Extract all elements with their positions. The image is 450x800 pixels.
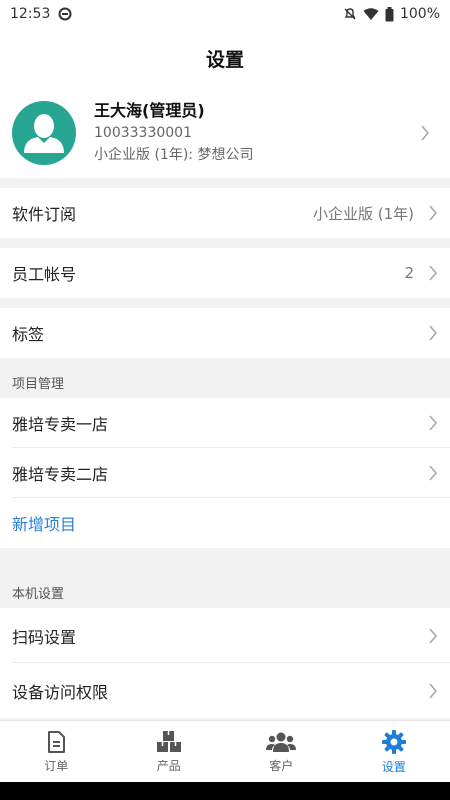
status-bar: 12:53 100% (0, 0, 450, 28)
profile-name: 王大海(管理员) (94, 101, 205, 120)
tags-row[interactable]: 标签 (0, 308, 450, 358)
tab-label: 客户 (269, 758, 294, 773)
chevron-right-icon (429, 325, 438, 341)
battery-icon (385, 6, 394, 21)
row-value: 小企业版 (1年) (312, 204, 414, 223)
section-label-device: 本机设置 (0, 548, 450, 608)
row-label: 员工帐号 (12, 265, 77, 284)
software-subscription-row[interactable]: 软件订阅 小企业版 (1年) (0, 188, 450, 238)
header: 设置 (0, 28, 450, 88)
chevron-right-icon (429, 265, 438, 281)
battery-level: 100% (399, 6, 440, 22)
settings-list: 王大海(管理员) 10033330001 小企业版 (1年): 梦想公司 软件订… (0, 88, 450, 720)
chevron-right-icon (429, 415, 438, 431)
document-icon (48, 730, 66, 753)
bell-off-icon (344, 8, 356, 20)
row-label: 雅培专卖二店 (12, 465, 109, 484)
tab-label: 产品 (156, 758, 181, 773)
page-title: 设置 (205, 48, 244, 71)
chevron-right-icon (421, 125, 430, 141)
chevron-right-icon (429, 627, 438, 644)
gear-icon (381, 729, 406, 754)
row-label: 标签 (12, 325, 45, 344)
boxes-icon (156, 730, 181, 752)
tab-products[interactable]: 产品 (113, 721, 226, 782)
row-label: 扫码设置 (12, 627, 77, 647)
tab-customers[interactable]: 客户 (225, 721, 338, 782)
profile-card[interactable]: 王大海(管理员) 10033330001 小企业版 (1年): 梦想公司 (0, 88, 450, 178)
row-label: 雅培专卖一店 (12, 415, 109, 434)
user-icon (24, 114, 64, 153)
add-project-label: 新增项目 (12, 515, 77, 534)
profile-plan: 小企业版 (1年): 梦想公司 (94, 147, 254, 163)
device-permissions-row[interactable]: 设备访问权限 (0, 663, 450, 718)
project-item-2[interactable]: 雅培专卖二店 (0, 448, 450, 498)
tab-label: 设置 (381, 759, 406, 774)
status-time: 12:53 (10, 6, 51, 22)
row-value: 2 (404, 264, 414, 282)
staff-accounts-row[interactable]: 员工帐号 2 (0, 248, 450, 298)
add-project-button[interactable]: 新增项目 (0, 498, 450, 548)
people-icon (266, 732, 297, 752)
sync-icon (58, 7, 72, 21)
chevron-right-icon (429, 465, 438, 481)
project-item-1[interactable]: 雅培专卖一店 (0, 398, 450, 448)
wifi-icon (363, 8, 379, 20)
avatar (12, 101, 76, 165)
bottom-tab-bar: 订单 产品 客户 设置 (0, 720, 450, 782)
section-label-projects: 项目管理 (0, 358, 450, 398)
row-label: 软件订阅 (12, 205, 77, 224)
row-label: 设备访问权限 (12, 682, 109, 702)
profile-phone: 10033330001 (94, 125, 192, 141)
chevron-right-icon (429, 205, 438, 221)
tab-settings[interactable]: 设置 (338, 721, 450, 782)
system-nav-bar (0, 782, 450, 800)
scan-settings-row[interactable]: 扫码设置 (0, 608, 450, 663)
tab-label: 订单 (44, 758, 69, 773)
chevron-right-icon (429, 682, 438, 699)
tab-orders[interactable]: 订单 (0, 721, 113, 782)
